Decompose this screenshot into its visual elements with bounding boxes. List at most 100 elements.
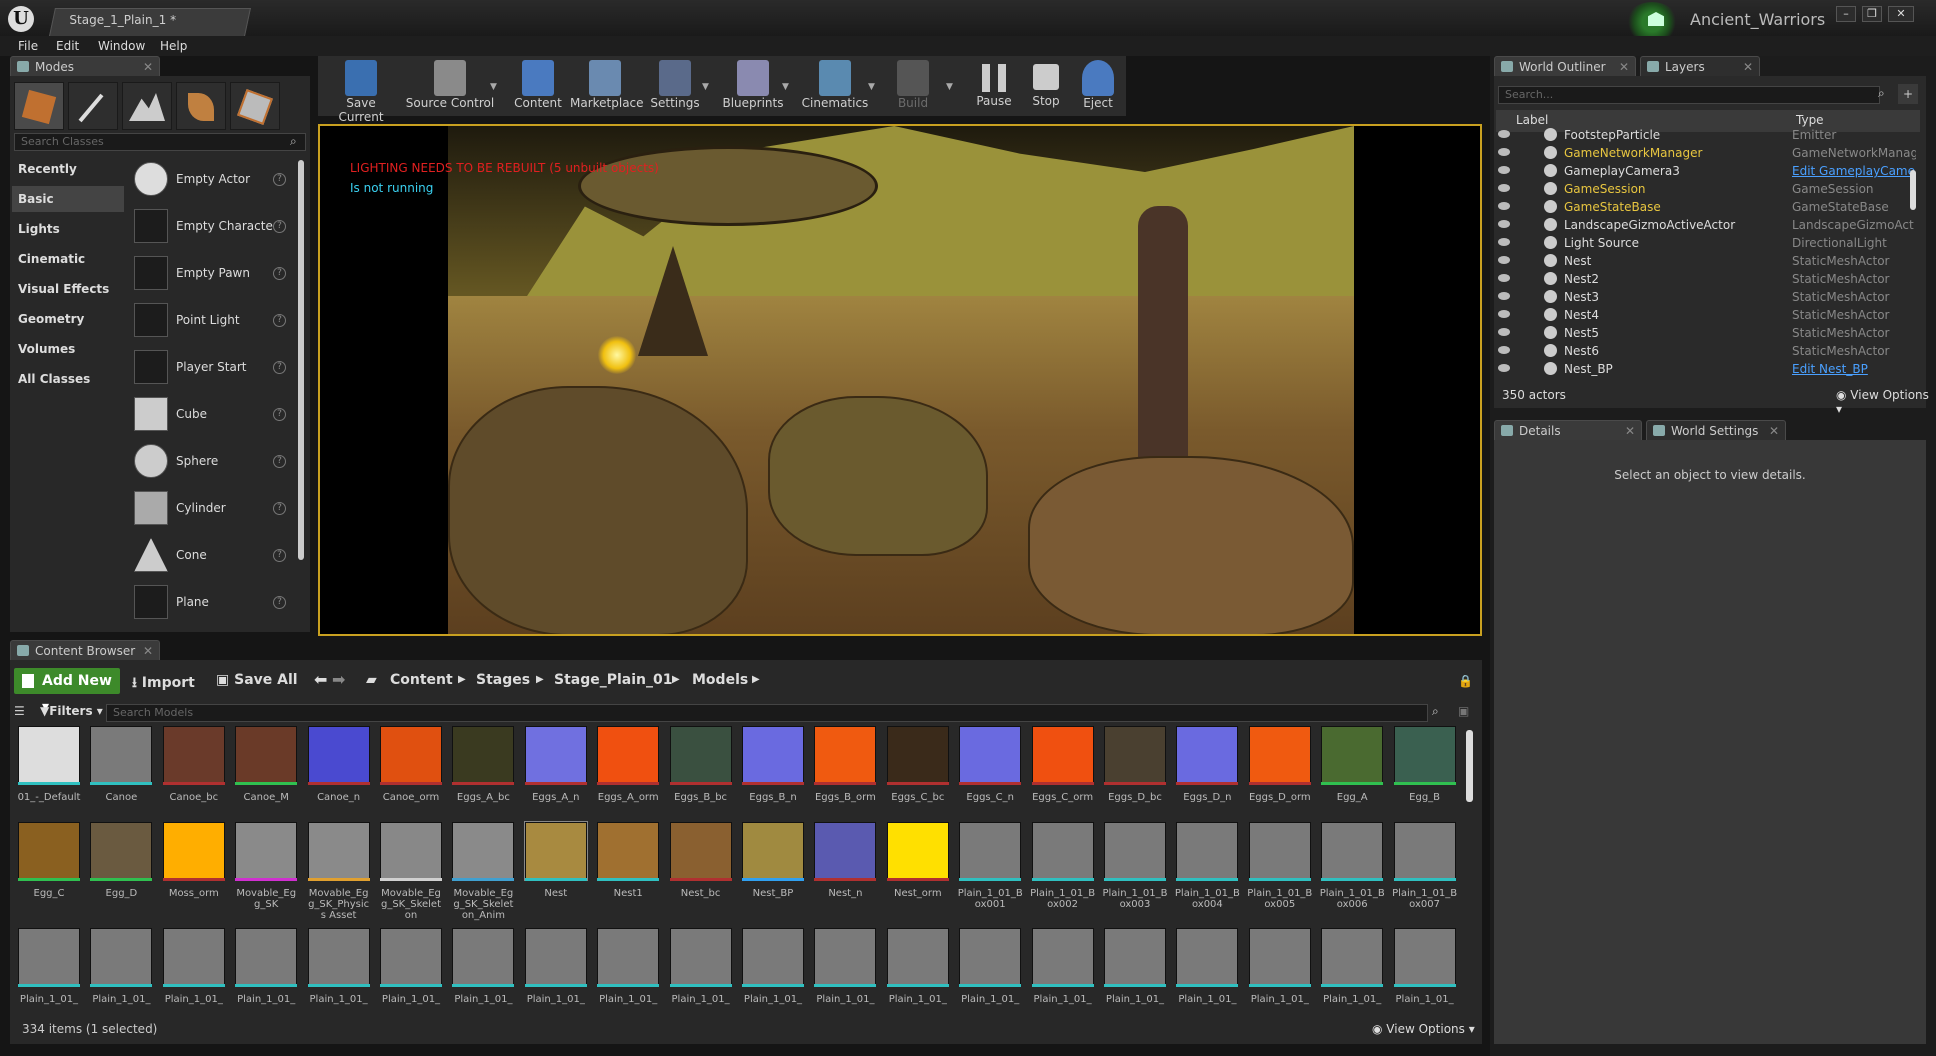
asset-tile[interactable]: Nest1 (595, 822, 661, 922)
tab-world-settings[interactable]: World Settings ✕ (1646, 420, 1786, 440)
asset-tile[interactable]: Eggs_A_bc (450, 726, 516, 826)
help-icon[interactable]: ? (273, 173, 286, 186)
visibility-eye-icon[interactable] (1498, 238, 1510, 246)
help-icon[interactable]: ? (273, 408, 286, 421)
column-type[interactable]: Type (1796, 113, 1824, 127)
asset-tile[interactable]: Plain_1_01_ (812, 928, 878, 1028)
outliner-row[interactable]: Nest6 StaticMeshActor (1496, 342, 1920, 360)
asset-tile[interactable]: Plain_1_01_ (740, 928, 806, 1028)
asset-tile[interactable]: Eggs_B_orm (812, 726, 878, 826)
place-item-empty-character[interactable]: Empty Characte? (132, 205, 292, 249)
back-arrow-icon[interactable]: ⬅ (314, 670, 327, 689)
blueprints-button[interactable]: Blueprints (718, 58, 788, 114)
asset-tile[interactable]: Plain_1_01_ (450, 928, 516, 1028)
asset-tile[interactable]: Canoe_orm (378, 726, 444, 826)
landscape-mode-icon[interactable] (122, 82, 172, 130)
asset-tile[interactable]: Nest_orm (885, 822, 951, 922)
visibility-eye-icon[interactable] (1498, 130, 1510, 138)
menu-help[interactable]: Help (160, 36, 187, 56)
close-tab-icon[interactable]: ✕ (1619, 57, 1629, 77)
asset-tile[interactable]: Eggs_B_n (740, 726, 806, 826)
maximize-button[interactable]: ❐ (1862, 6, 1882, 22)
actor-type[interactable]: Edit Nest_BP (1792, 362, 1916, 376)
content-view-options[interactable]: ◉ View Options ▾ (1372, 1022, 1475, 1036)
breadcrumb-stage-plain[interactable]: Stage_Plain_01 (554, 672, 673, 688)
lock-icon[interactable]: 🔒 (1458, 674, 1473, 688)
visibility-eye-icon[interactable] (1498, 346, 1510, 354)
outliner-row[interactable]: Light Source DirectionalLight (1496, 234, 1920, 252)
asset-tile[interactable]: Plain_1_01_ (1030, 928, 1096, 1028)
asset-tile[interactable]: Plain_1_01_ (1319, 928, 1385, 1028)
place-mode-icon[interactable] (14, 82, 64, 130)
add-filter-icon[interactable]: + (1898, 84, 1918, 104)
chevron-down-icon[interactable]: ▼ (868, 82, 875, 92)
asset-tile[interactable]: Movable_Egg_SK_Skeleton_Anim (450, 822, 516, 922)
outliner-row[interactable]: LandscapeGizmoActiveActor LandscapeGizmoA… (1496, 216, 1920, 234)
geometry-mode-icon[interactable] (230, 82, 280, 130)
outliner-scrollbar[interactable] (1910, 170, 1916, 210)
place-item-cylinder[interactable]: Cylinder? (132, 487, 292, 531)
place-item-empty-actor[interactable]: Empty Actor? (132, 158, 292, 202)
category-basic[interactable]: Basic (12, 186, 124, 212)
asset-tile[interactable]: Plain_1_01_ (306, 928, 372, 1028)
category-all-classes[interactable]: All Classes (12, 366, 124, 392)
place-item-cone[interactable]: Cone? (132, 534, 292, 578)
asset-tile[interactable]: Plain_1_01_ (233, 928, 299, 1028)
asset-tile[interactable]: Plain_1_01_ (1102, 928, 1168, 1028)
breadcrumb-separator-icon[interactable]: ▶ (752, 674, 760, 685)
chevron-down-icon[interactable]: ▼ (946, 82, 953, 92)
asset-tile[interactable]: Eggs_C_orm (1030, 726, 1096, 826)
eject-button[interactable]: Eject (1070, 58, 1126, 114)
settings-button[interactable]: Settings (644, 58, 706, 114)
place-item-player-start[interactable]: Player Start? (132, 346, 292, 390)
close-tab-icon[interactable]: ✕ (1625, 421, 1635, 441)
asset-tile[interactable]: Plain_1_01_ (88, 928, 154, 1028)
document-tab[interactable]: Stage_1_Plain_1 * (49, 8, 251, 36)
asset-tile[interactable]: Plain_1_01_ (1174, 928, 1240, 1028)
build-button[interactable]: Build (884, 58, 942, 114)
outliner-row[interactable]: GameNetworkManager GameNetworkManag (1496, 144, 1920, 162)
asset-tile[interactable]: Eggs_C_bc (885, 726, 951, 826)
search-classes-input[interactable]: Search Classes (14, 133, 306, 151)
level-viewport[interactable]: LIGHTING NEEDS TO BE REBUILT (5 unbuilt … (318, 124, 1482, 636)
tab-modes[interactable]: Modes ✕ (10, 56, 160, 76)
menu-file[interactable]: File (18, 36, 38, 56)
asset-tile[interactable]: Plain_1_01_ (595, 928, 661, 1028)
asset-tile[interactable]: Eggs_C_n (957, 726, 1023, 826)
outliner-row[interactable]: GameSession GameSession (1496, 180, 1920, 198)
help-icon[interactable]: ? (273, 267, 286, 280)
asset-tile[interactable]: Nest_BP (740, 822, 806, 922)
place-item-sphere[interactable]: Sphere? (132, 440, 292, 484)
asset-tile[interactable]: Canoe_bc (161, 726, 227, 826)
visibility-eye-icon[interactable] (1498, 220, 1510, 228)
visibility-eye-icon[interactable] (1498, 202, 1510, 210)
breadcrumb-separator-icon[interactable]: ▶ (672, 674, 680, 685)
breadcrumb-stages[interactable]: Stages (476, 672, 530, 688)
filters-button[interactable]: ▼Filters ▾ (40, 704, 103, 718)
place-item-point-light[interactable]: Point Light? (132, 299, 292, 343)
asset-tile[interactable]: Canoe_n (306, 726, 372, 826)
place-item-plane[interactable]: Plane? (132, 581, 292, 625)
place-item-empty-pawn[interactable]: Empty Pawn? (132, 252, 292, 296)
close-tab-icon[interactable]: ✕ (143, 641, 153, 661)
help-icon[interactable]: ? (273, 596, 286, 609)
outliner-row[interactable]: Nest5 StaticMeshActor (1496, 324, 1920, 342)
tab-layers[interactable]: Layers ✕ (1640, 56, 1760, 76)
asset-tile[interactable]: Canoe (88, 726, 154, 826)
asset-tile[interactable]: Egg_D (88, 822, 154, 922)
asset-tile[interactable]: Plain_1_01_ (1247, 928, 1313, 1028)
close-tab-icon[interactable]: ✕ (1769, 421, 1779, 441)
asset-tile[interactable]: Plain_1_01_Box006 (1319, 822, 1385, 922)
chevron-down-icon[interactable]: ▼ (782, 82, 789, 92)
asset-tile[interactable]: Eggs_D_n (1174, 726, 1240, 826)
asset-tile[interactable]: Plain_1_01_ (1392, 928, 1458, 1028)
actor-type[interactable]: Edit GameplayCame (1792, 164, 1916, 178)
minimize-button[interactable]: – (1836, 6, 1856, 22)
asset-tile[interactable]: Plain_1_01_Box001 (957, 822, 1023, 922)
asset-tile[interactable]: Nest (523, 821, 589, 922)
forward-arrow-icon[interactable]: ➡ (332, 670, 345, 689)
asset-tile[interactable]: Plain_1_01_ (378, 928, 444, 1028)
content-scrollbar[interactable] (1466, 730, 1473, 802)
asset-tile[interactable]: Movable_Egg_SK_Skeleton (378, 822, 444, 922)
category-recently-placed[interactable]: Recently Placed (12, 156, 124, 202)
